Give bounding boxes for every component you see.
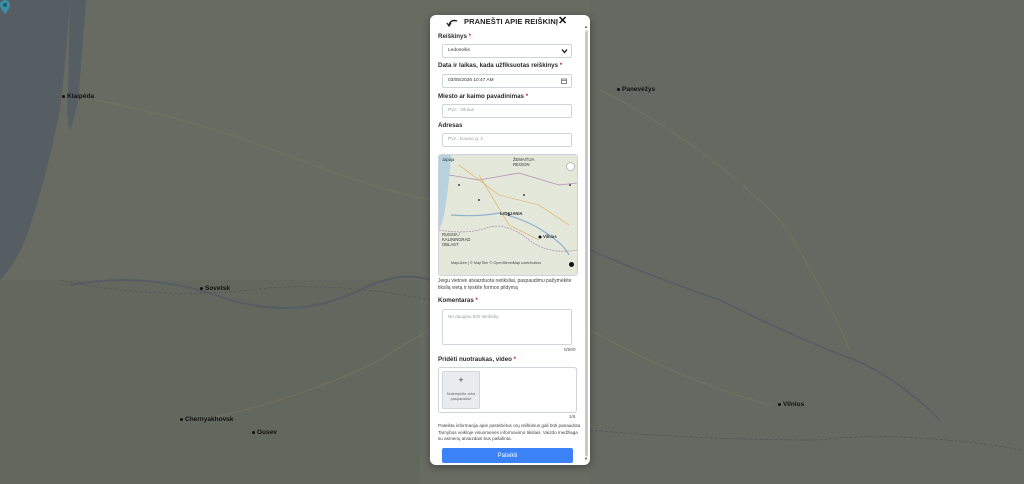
map-city-label: Sovetsk <box>200 285 230 292</box>
datetime-value: 03/05/2026 10:47 AM <box>448 78 494 83</box>
report-modal: PRANEŠTI APIE REIŠKINĮ ✕ ▲ ▼ Reiškinys *… <box>430 15 590 465</box>
submit-button[interactable]: Pateikti <box>442 448 573 463</box>
datetime-input[interactable]: 03/05/2026 10:47 AM <box>442 74 572 88</box>
mini-map-label: RUSSIA / KALININGRAD OBLAST <box>442 232 471 247</box>
modal-header: PRANEŠTI APIE REIŠKINĮ ✕ <box>430 15 590 31</box>
info-icon[interactable] <box>569 262 574 267</box>
location-note: Jeigu vietovė atvaizduota netiksliai, pa… <box>438 278 572 291</box>
comment-label: Komentaras * <box>438 297 478 304</box>
media-label: Pridėti nuotraukas, video * <box>438 356 517 363</box>
mini-map-label: LITHUANIA <box>500 211 523 216</box>
city-label: Miesto ar kaimo pavadinimas * <box>438 93 529 100</box>
map-attribution: MapLibre | © MapTiler © OpenStreetMap co… <box>451 261 542 265</box>
privacy-note: Pateikta informacija apie pastebėtus orų… <box>438 423 581 441</box>
city-input[interactable]: Pvz.: Vilnius <box>442 104 572 118</box>
media-counter: 1/6 <box>569 414 576 419</box>
scroll-down-arrow-icon[interactable]: ▼ <box>584 456 588 461</box>
upload-tile[interactable]: + Nutempkite arba paspauskite <box>442 371 480 409</box>
map-city-label: Panevėžys <box>617 86 655 93</box>
mini-map-label: Vilnius <box>543 234 557 239</box>
map-city-label: Chernyakhovsk <box>180 416 233 423</box>
datetime-label: Data ir laikas, kada užfiksuotas reiškin… <box>438 62 563 69</box>
map-city-label: Vilnius <box>778 401 804 408</box>
calendar-icon[interactable] <box>561 78 567 84</box>
mini-map-label: Japaja <box>442 157 455 162</box>
upload-hint: Nutempkite arba paspauskite <box>446 391 476 401</box>
comment-counter: 0/500 <box>564 347 576 352</box>
phenomenon-select[interactable]: Ledonešis <box>442 44 572 58</box>
phenomenon-label: Reiškinys * <box>438 33 472 40</box>
location-mini-map[interactable]: Japaja ŽEMAITIJA REGION LITHUANIA Vilniu… <box>438 154 578 276</box>
map-city-label: Klaipėda <box>62 93 94 100</box>
comment-textarea[interactable]: Ne daugiau 500 simbolių <box>442 309 572 345</box>
map-pin-icon[interactable] <box>0 0 10 14</box>
phenomenon-select-value: Ledonešis <box>448 48 470 53</box>
close-icon[interactable]: ✕ <box>558 16 567 27</box>
back-arrow-icon[interactable] <box>446 18 460 28</box>
city-placeholder: Pvz.: Vilnius <box>448 108 475 113</box>
address-input[interactable]: Pvz.: Kauno g. 1 <box>442 133 572 147</box>
plus-icon: + <box>458 375 464 385</box>
mini-map-label: ŽEMAITIJA REGION <box>513 157 535 167</box>
modal-title: PRANEŠTI APIE REIŠKINĮ <box>464 17 559 26</box>
address-placeholder: Pvz.: Kauno g. 1 <box>448 137 484 142</box>
chevron-down-icon <box>561 49 568 54</box>
locate-me-icon[interactable] <box>566 162 575 171</box>
map-city-label: Gusev <box>252 429 277 436</box>
address-label: Adresas <box>438 122 463 129</box>
media-upload-area[interactable]: + Nutempkite arba paspauskite <box>438 367 577 413</box>
comment-placeholder: Ne daugiau 500 simbolių <box>448 314 499 319</box>
scrollbar-thumb[interactable] <box>585 31 588 456</box>
scrollbar[interactable] <box>585 29 588 461</box>
